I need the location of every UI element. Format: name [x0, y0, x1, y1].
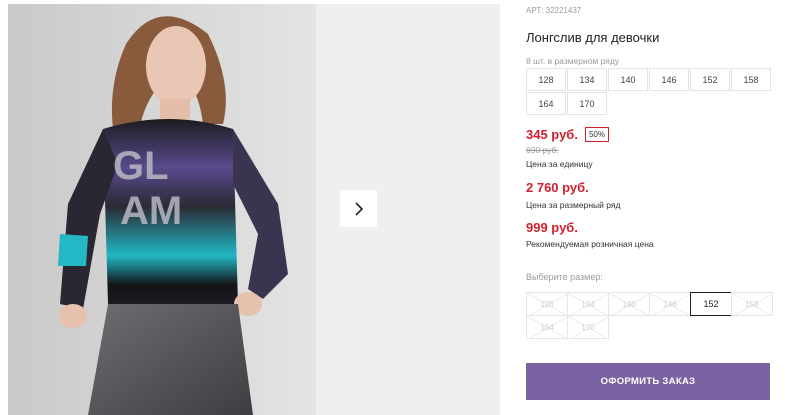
size-row-cell: 140: [608, 68, 648, 91]
size-row-cell: 152: [690, 68, 730, 91]
next-image-button[interactable]: [340, 190, 377, 227]
size-option-label: 128: [540, 299, 554, 309]
size-option[interactable]: 146: [649, 292, 691, 316]
row-price-label: Цена за размерный ряд: [526, 200, 621, 210]
size-option[interactable]: 140: [608, 292, 650, 316]
size-option[interactable]: 164: [526, 315, 568, 339]
sizes-note: 8 шт. в размерном ряду: [526, 56, 620, 66]
chevron-right-icon: [354, 201, 363, 216]
rrp-price-label: Рекомендуемая розничная цена: [526, 239, 654, 249]
size-row-cell: 164: [526, 92, 566, 115]
size-option-label: 164: [540, 322, 554, 332]
size-row-cell: 134: [567, 68, 607, 91]
size-option-label: 152: [703, 299, 719, 309]
size-option-label: 170: [581, 322, 595, 332]
svg-text:GL: GL: [113, 144, 169, 188]
product-title: Лонгслив для девочки: [526, 30, 660, 45]
size-option[interactable]: 170: [567, 315, 609, 339]
unit-price-label: Цена за единицу: [526, 159, 593, 169]
size-row-cell: 146: [649, 68, 689, 91]
unit-price: 345 руб.: [526, 127, 578, 142]
size-row-cell: 158: [731, 68, 771, 91]
size-row-cell: 170: [567, 92, 607, 115]
size-option-label: 158: [745, 299, 759, 309]
svg-text:AM: AM: [120, 189, 182, 233]
choose-size-label: Выберите размер:: [526, 272, 603, 282]
order-button[interactable]: ОФОРМИТЬ ЗАКАЗ: [526, 363, 770, 400]
article-label: АРТ:: [526, 6, 544, 15]
size-option-label: 146: [663, 299, 677, 309]
article-value: 32221437: [545, 6, 582, 15]
size-option-selected[interactable]: 152: [690, 292, 732, 316]
rrp-price: 999 руб.: [526, 220, 578, 235]
row-price: 2 760 руб.: [526, 180, 589, 195]
product-photo: GL AM: [8, 4, 316, 415]
size-option-label: 134: [581, 299, 595, 309]
size-option-label: 140: [622, 299, 636, 309]
size-option[interactable]: 158: [731, 292, 773, 316]
size-row-cell: 128: [526, 68, 566, 91]
size-option[interactable]: 134: [567, 292, 609, 316]
article-number: АРТ: 32221437: [526, 6, 581, 15]
discount-badge: 50%: [585, 127, 609, 142]
old-price: 690 руб.: [526, 145, 559, 155]
product-photo-illustration: GL AM: [8, 4, 316, 415]
size-option[interactable]: 128: [526, 292, 568, 316]
